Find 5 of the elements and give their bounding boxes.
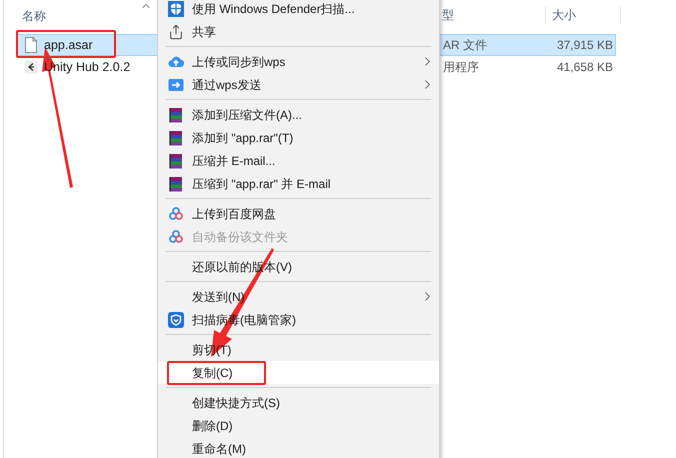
file-size: 41,658 KB: [556, 59, 613, 76]
file-type: 用程序: [443, 59, 480, 76]
file-name: app.asar: [44, 36, 93, 54]
file-size: 37,915 KB: [556, 37, 613, 54]
file-type: AR 文件: [443, 37, 488, 54]
